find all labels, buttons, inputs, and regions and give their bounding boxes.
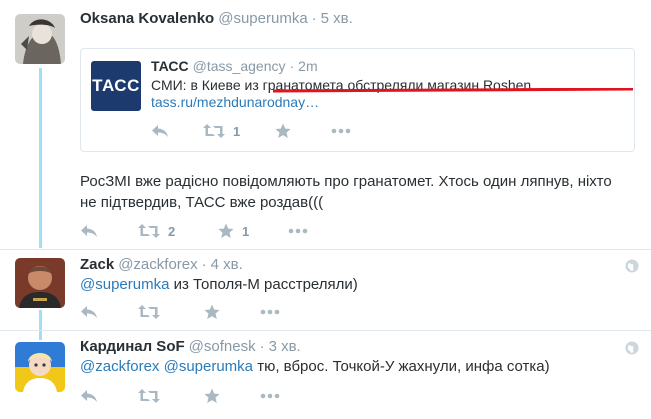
reply-button[interactable] bbox=[80, 302, 98, 322]
red-underline-mark bbox=[273, 88, 633, 93]
retweet-button[interactable]: 2 bbox=[138, 221, 175, 241]
quoted-author-name[interactable]: ТАСС bbox=[151, 58, 189, 74]
favorite-icon bbox=[275, 123, 291, 138]
reply-icon bbox=[81, 225, 97, 237]
globe-icon[interactable] bbox=[625, 341, 639, 355]
globe-icon[interactable] bbox=[625, 259, 639, 273]
reply2-text: @zackforex @superumka тю, вброс. Точкой-… bbox=[80, 356, 550, 377]
thread-line-mid bbox=[39, 310, 42, 340]
favorite-icon bbox=[204, 304, 220, 319]
tweet-main-text-line2: не підтвердив, ТАСС вже роздав((( bbox=[80, 194, 324, 211]
quoted-retweet-count: 1 bbox=[233, 123, 241, 139]
tass-logo: ТАСС bbox=[91, 61, 141, 111]
reply1-body: из Тополя-М расстреляли) bbox=[169, 276, 358, 293]
reply2-body: тю, вброс. Точкой-У жахнули, инфа сотка) bbox=[253, 358, 550, 375]
quoted-favorite-button[interactable] bbox=[275, 121, 291, 141]
more-button[interactable] bbox=[288, 221, 308, 241]
tweet-main-header: Oksana Kovalenko @superumka · 5 хв. bbox=[80, 10, 353, 27]
quoted-link[interactable]: tass.ru/mezhdunarodnay… bbox=[151, 94, 319, 110]
reply-icon bbox=[81, 390, 97, 402]
retweet-icon bbox=[138, 305, 160, 319]
reply-button[interactable] bbox=[80, 221, 98, 241]
author-handle[interactable]: @superumka bbox=[218, 10, 307, 27]
thread-line-top bbox=[39, 68, 42, 248]
more-icon bbox=[288, 228, 308, 234]
retweet-icon bbox=[138, 389, 160, 403]
mention-link-1[interactable]: @zackforex bbox=[80, 358, 159, 375]
author-name[interactable]: Zack bbox=[80, 256, 114, 273]
more-button[interactable] bbox=[260, 302, 280, 322]
separator: · bbox=[201, 256, 207, 273]
favorite-button[interactable]: 1 bbox=[218, 221, 249, 241]
retweet-count: 2 bbox=[168, 223, 176, 239]
reply-button[interactable] bbox=[80, 386, 98, 406]
author-handle[interactable]: @zackforex bbox=[118, 256, 197, 273]
reply-icon bbox=[152, 125, 168, 137]
favorite-button[interactable] bbox=[204, 302, 220, 322]
reply2-actions bbox=[80, 386, 380, 406]
retweet-button[interactable] bbox=[138, 386, 160, 406]
reply1-header: Zack @zackforex · 4 хв. bbox=[80, 256, 243, 273]
author-handle[interactable]: @sofnesk bbox=[189, 338, 256, 355]
retweet-icon bbox=[203, 124, 225, 138]
reply1-text: @superumka из Тополя-М расстреляли) bbox=[80, 274, 358, 295]
retweet-icon bbox=[138, 224, 160, 238]
quoted-author-handle[interactable]: @tass_agency bbox=[193, 58, 286, 74]
separator: · bbox=[311, 10, 317, 27]
more-icon bbox=[260, 393, 280, 399]
more-icon bbox=[331, 128, 351, 134]
favorite-icon bbox=[218, 223, 234, 238]
tweet-main-text-line1: РосЗМІ вже радісно повідомляють про гран… bbox=[80, 173, 612, 190]
more-icon bbox=[260, 309, 280, 315]
author-name[interactable]: Кардинал SoF bbox=[80, 338, 185, 355]
quoted-tweet-card[interactable]: ТАСС ТАСС @tass_agency · 2m СМИ: в Киеве из… bbox=[80, 48, 635, 152]
separator: · bbox=[259, 338, 265, 355]
tweet-main-text: РосЗМІ вже радісно повідомляють про гран… bbox=[80, 171, 612, 213]
quoted-actions: 1 bbox=[151, 121, 411, 141]
avatar-kardinal[interactable] bbox=[15, 342, 65, 392]
avatar-oksana[interactable] bbox=[15, 14, 65, 64]
avatar-zack[interactable] bbox=[15, 258, 65, 308]
timestamp[interactable]: 3 хв. bbox=[269, 338, 301, 355]
separator: · bbox=[289, 58, 295, 74]
timestamp[interactable]: 5 хв. bbox=[321, 10, 353, 27]
quoted-reply-button[interactable] bbox=[151, 121, 169, 141]
quoted-more-button[interactable] bbox=[331, 121, 351, 141]
reply1-actions bbox=[80, 302, 380, 322]
retweet-button[interactable] bbox=[138, 302, 160, 322]
quoted-text-prefix: СМИ: bbox=[151, 77, 191, 93]
quoted-header: ТАСС @tass_agency · 2m bbox=[151, 58, 318, 74]
reply-icon bbox=[81, 306, 97, 318]
author-name[interactable]: Oksana Kovalenko bbox=[80, 10, 214, 27]
divider bbox=[0, 330, 651, 331]
tweet-main-actions: 2 1 bbox=[80, 221, 380, 241]
favorite-button[interactable] bbox=[204, 386, 220, 406]
divider bbox=[0, 249, 651, 250]
quoted-timestamp[interactable]: 2m bbox=[298, 58, 317, 74]
mention-link-2[interactable]: @superumka bbox=[164, 358, 253, 375]
more-button[interactable] bbox=[260, 386, 280, 406]
reply2-header: Кардинал SoF @sofnesk · 3 хв. bbox=[80, 338, 301, 355]
timestamp[interactable]: 4 хв. bbox=[211, 256, 243, 273]
favorite-count: 1 bbox=[242, 223, 250, 239]
favorite-icon bbox=[204, 388, 220, 403]
quoted-retweet-button[interactable]: 1 bbox=[203, 121, 240, 141]
mention-link[interactable]: @superumka bbox=[80, 276, 169, 293]
